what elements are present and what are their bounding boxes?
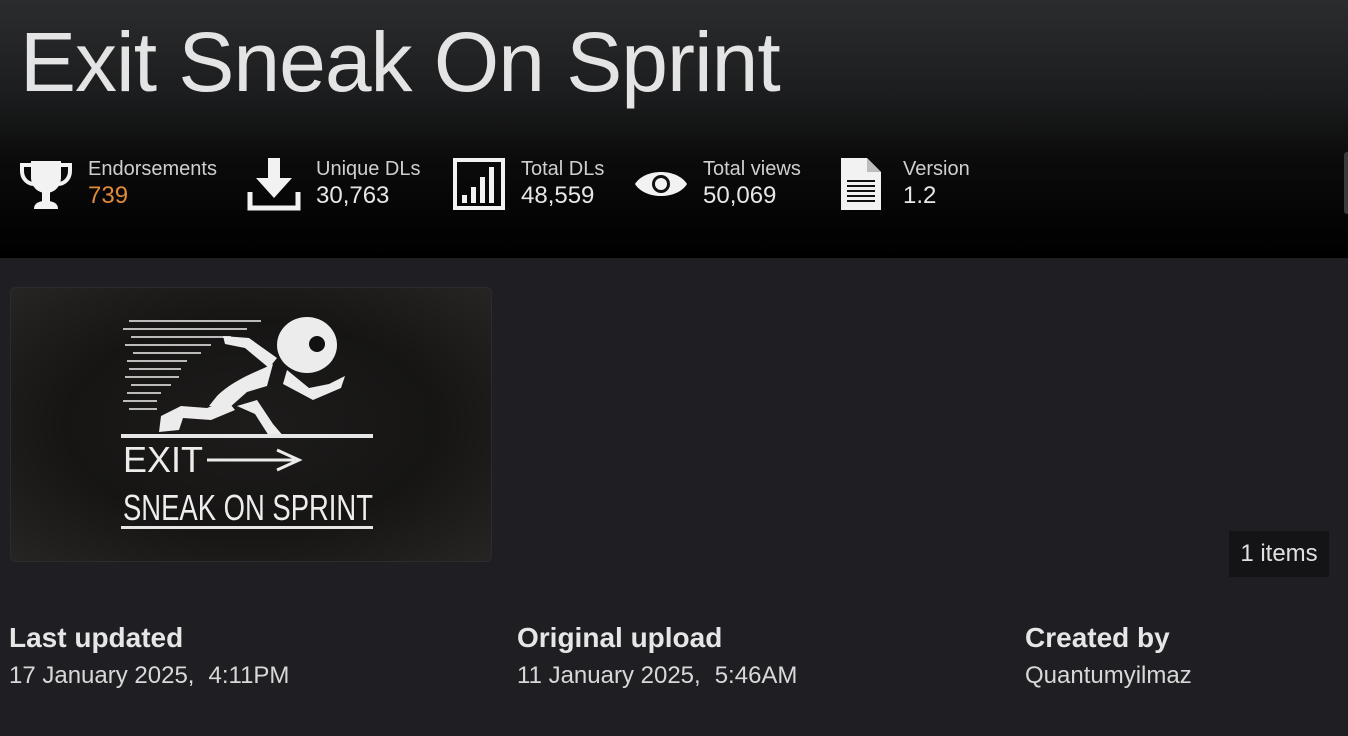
mod-artwork: EXIT SNEAK ON SPRINT [121,317,373,529]
meta-value: 17 January 2025, 4:11PM [9,660,289,692]
stat-total-views: Total views 50,069 [633,152,801,216]
stat-label: Unique DLs [316,158,421,180]
meta-label: Created by [1025,622,1170,653]
bar-chart-icon [451,156,507,212]
date: 17 January 2025, [9,662,195,689]
stat-label: Total views [703,158,801,180]
artwork-text-exit: EXIT [123,439,203,480]
stat-value: 1.2 [903,182,937,209]
stat-label: Version [903,158,970,180]
mod-header: Exit Sneak On Sprint Endorsements 739 Un… [0,0,1348,258]
gallery-count-badge[interactable]: 1 items [1229,531,1329,577]
date: 11 January 2025, [517,662,701,689]
stat-total-downloads: Total DLs 48,559 [451,152,604,216]
author-link[interactable]: Quantumyilmaz [1025,660,1192,692]
document-icon [833,156,889,212]
stat-value: 30,763 [316,182,390,209]
stat-value: 739 [88,182,129,209]
meta-label: Original upload [517,622,723,653]
stat-value: 50,069 [703,182,777,209]
gallery-thumbnail[interactable]: EXIT SNEAK ON SPRINT [10,287,492,562]
meta-created-by: Created by Quantumyilmaz [1025,620,1192,692]
meta-original-upload: Original upload 11 January 2025, 5:46AM [517,620,797,692]
meta-label: Last updated [9,622,184,653]
artwork-text-subtitle: SNEAK ON SPRINT [123,487,373,528]
time: 4:11PM [208,662,290,689]
meta-value: 11 January 2025, 5:46AM [517,660,797,692]
eye-icon [633,156,689,212]
stat-version: Version 1.2 [833,152,970,216]
page-title: Exit Sneak On Sprint [20,15,781,109]
actions-edge[interactable] [1344,152,1348,214]
stat-label: Endorsements [88,158,217,180]
stat-unique-downloads: Unique DLs 30,763 [246,152,421,216]
stat-endorsements[interactable]: Endorsements 739 [18,152,217,216]
stat-label: Total DLs [521,158,605,180]
download-icon [246,156,302,212]
stat-value: 48,559 [521,182,595,209]
meta-last-updated: Last updated 17 January 2025, 4:11PM [9,620,289,692]
time: 5:46AM [714,662,798,689]
trophy-icon [18,156,74,212]
